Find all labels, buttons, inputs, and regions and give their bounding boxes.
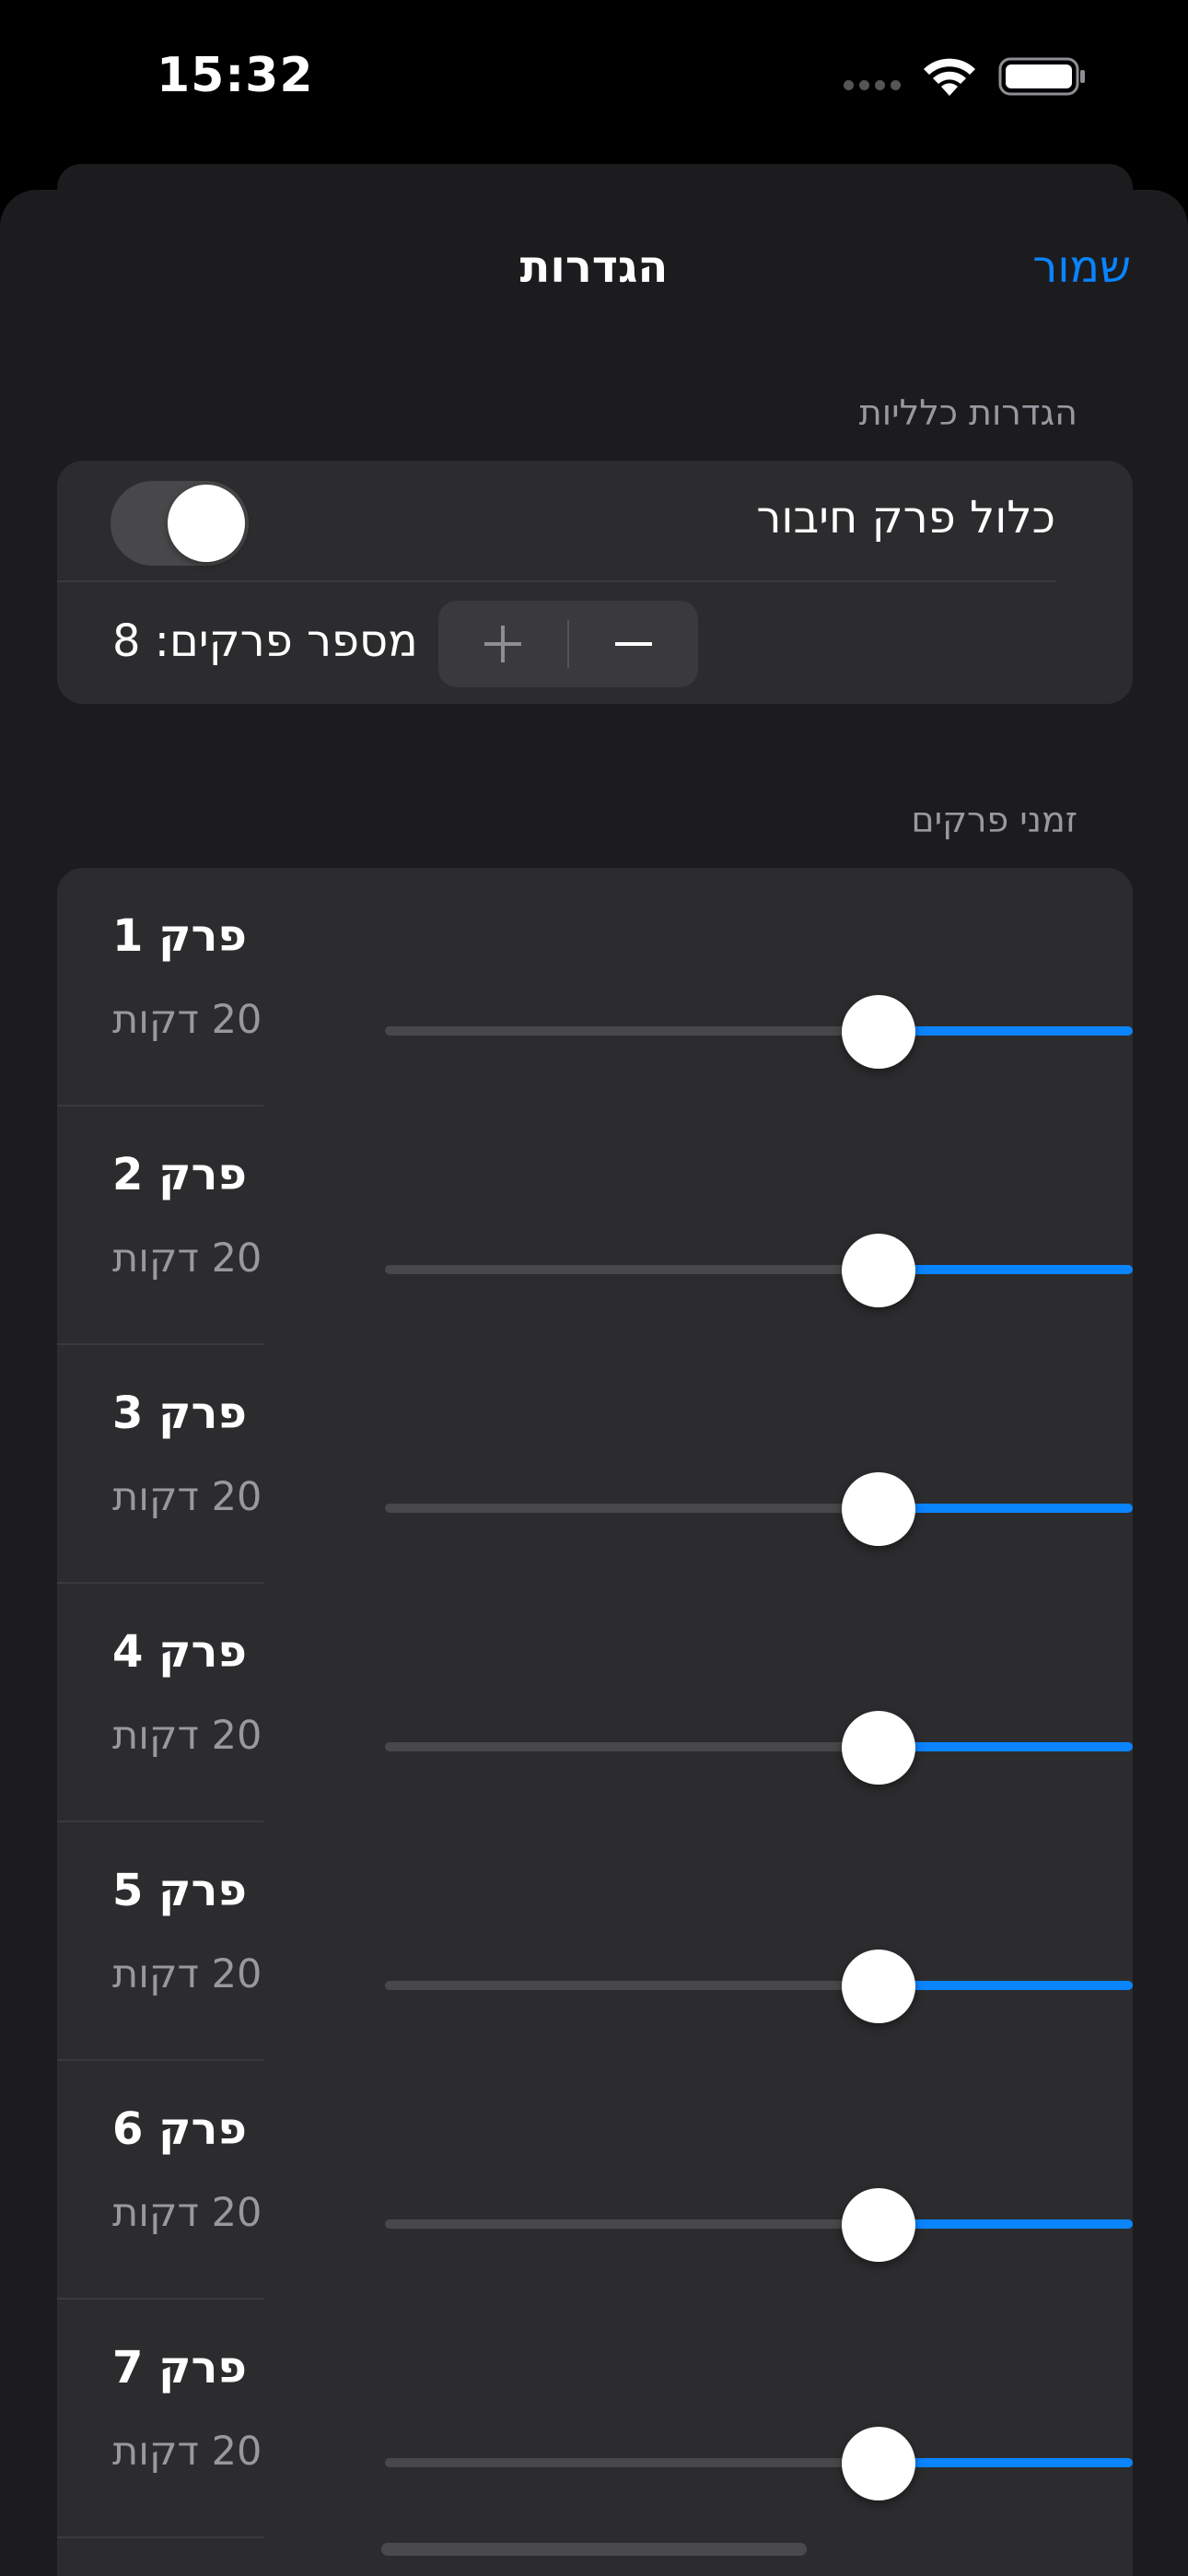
home-indicator[interactable]: [381, 2543, 807, 2556]
increment-button[interactable]: [438, 601, 567, 687]
slider-track: [385, 1504, 879, 1513]
chapter-time-slider[interactable]: [385, 995, 1133, 1069]
chapter-duration: 20 דקות: [112, 997, 262, 1043]
chapter-title: פרק 6: [112, 2103, 247, 2155]
plus-icon: [484, 626, 521, 662]
chapter-row: פרק 1 20 דקות: [57, 868, 1133, 1107]
page-title: הגדרות: [519, 241, 669, 293]
cellular-signal-icon: [844, 79, 901, 90]
slider-fill: [879, 1026, 1133, 1036]
chapter-title: פרק 7: [112, 2342, 247, 2394]
include-summary-toggle[interactable]: [111, 481, 249, 566]
slider-thumb[interactable]: [842, 2188, 915, 2262]
slider-thumb[interactable]: [842, 995, 915, 1069]
chapter-title: פרק 3: [112, 1388, 247, 1439]
wifi-icon: [924, 58, 975, 96]
status-bar: 15:32: [0, 0, 1188, 157]
chapter-duration: 20 דקות: [112, 2429, 262, 2475]
toggle-knob: [168, 485, 245, 562]
slider-track: [385, 2219, 879, 2229]
minus-icon: [615, 642, 652, 646]
slider-track: [385, 2458, 879, 2467]
slider-fill: [879, 2219, 1133, 2229]
slider-fill: [879, 2458, 1133, 2467]
chapter-times-group: פרק 1 20 דקות פרק 2 20 דקות פרק 3 20 דקו…: [57, 868, 1133, 2576]
chapter-time-slider[interactable]: [385, 2427, 1133, 2500]
chapter-row: פרק 2 20 דקות: [57, 1107, 1133, 1345]
decrement-button[interactable]: [569, 601, 698, 687]
slider-thumb[interactable]: [842, 1711, 915, 1785]
status-time: 15:32: [157, 48, 314, 103]
chapter-time-slider[interactable]: [385, 1950, 1133, 2023]
chapter-duration: 20 דקות: [112, 1474, 262, 1520]
chapter-time-slider[interactable]: [385, 1472, 1133, 1546]
battery-icon: [998, 57, 1085, 96]
chapter-row: פרק 6 20 דקות: [57, 2061, 1133, 2300]
general-settings-group: כלול פרק חיבור מספר פרקים: 8: [57, 461, 1133, 704]
chapter-row: פרק 5 20 דקות: [57, 1822, 1133, 2061]
divider: [57, 2536, 263, 2538]
chapter-row: פרק 4 20 דקות: [57, 1584, 1133, 1822]
slider-fill: [879, 1742, 1133, 1751]
slider-track: [385, 1742, 879, 1751]
slider-fill: [879, 1504, 1133, 1513]
chapter-count-row: מספר פרקים: 8: [57, 580, 1133, 704]
chapter-title: פרק 5: [112, 1865, 247, 1916]
slider-track: [385, 1981, 879, 1990]
chapter-time-slider[interactable]: [385, 1234, 1133, 1307]
chapter-duration: 20 דקות: [112, 1235, 262, 1282]
chapter-duration: 20 דקות: [112, 2190, 262, 2236]
chapter-title: פרק 2: [112, 1149, 247, 1200]
save-button[interactable]: שמור: [1032, 241, 1131, 293]
chapter-time-slider[interactable]: [385, 1711, 1133, 1785]
settings-sheet: הגדרות שמור הגדרות כלליות כלול פרק חיבור…: [0, 190, 1188, 2576]
general-section-header: הגדרות כלליות: [858, 392, 1077, 433]
chapter-count-stepper[interactable]: [438, 601, 698, 687]
chapter-time-slider[interactable]: [385, 2188, 1133, 2262]
slider-thumb[interactable]: [842, 2427, 915, 2500]
chapter-row: פרק 3 20 דקות: [57, 1345, 1133, 1584]
chapter-title: פרק 1: [112, 910, 247, 962]
slider-thumb[interactable]: [842, 1950, 915, 2023]
chapter-duration: 20 דקות: [112, 1951, 262, 1997]
slider-thumb[interactable]: [842, 1472, 915, 1546]
include-summary-label: כלול פרק חיבור: [756, 492, 1055, 544]
chapter-duration: 20 דקות: [112, 1713, 262, 1759]
chapter-row: פרק 7 20 דקות: [57, 2300, 1133, 2538]
include-summary-row: כלול פרק חיבור: [57, 461, 1133, 580]
slider-track: [385, 1265, 879, 1274]
chapter-times-section-header: זמני פרקים: [911, 800, 1077, 840]
status-icons: [844, 55, 1087, 98]
chapter-count-label: מספר פרקים: 8: [112, 615, 418, 667]
slider-fill: [879, 1981, 1133, 1990]
slider-fill: [879, 1265, 1133, 1274]
slider-track: [385, 1026, 879, 1036]
slider-thumb[interactable]: [842, 1234, 915, 1307]
chapter-title: פרק 4: [112, 1626, 247, 1678]
